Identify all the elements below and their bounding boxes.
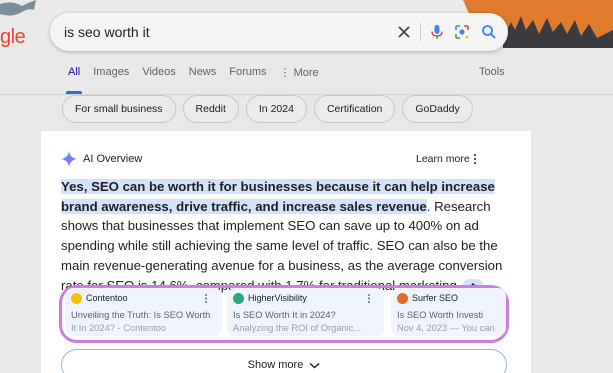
search-header: gle is seo worth it All Images Videos Ne… bbox=[0, 0, 613, 95]
search-input[interactable]: is seo worth it bbox=[64, 24, 150, 40]
tab-more-label: More bbox=[293, 67, 319, 79]
ai-overview-title: AI Overview bbox=[83, 153, 143, 165]
chevron-down-icon bbox=[309, 362, 320, 369]
doodle-fish-icon bbox=[0, 0, 36, 16]
tab-more[interactable]: ⋮ More bbox=[280, 66, 319, 84]
active-tab-indicator bbox=[66, 91, 82, 94]
refinement-chips: For small business Reddit In 2024 Certif… bbox=[62, 95, 480, 123]
tab-videos[interactable]: Videos bbox=[142, 66, 175, 84]
camera-lens-icon[interactable] bbox=[453, 23, 471, 41]
chip-reddit[interactable]: Reddit bbox=[182, 95, 239, 123]
overflow-menu-icon[interactable] bbox=[471, 152, 479, 166]
source-name: HigherVisibility bbox=[248, 293, 307, 303]
source-name: Contentoo bbox=[86, 293, 128, 303]
source-title-line2: It In 2024? - Contentoo bbox=[71, 323, 167, 333]
highervisibility-favicon-icon bbox=[233, 293, 244, 304]
microphone-icon[interactable] bbox=[428, 23, 446, 41]
show-more-button[interactable]: Show more bbox=[61, 349, 507, 373]
search-tabs: All Images Videos News Forums ⋮ More bbox=[68, 66, 332, 84]
ai-overview-text: Yes, SEO can be worth it for businesses … bbox=[61, 177, 507, 295]
source-title-line1: Unveiling the Truth: Is SEO Worth bbox=[71, 310, 211, 320]
source-card-contentoo[interactable]: Contentoo Unveiling the Truth: Is SEO Wo… bbox=[65, 288, 222, 336]
source-title-line2: Analyzing the ROI of Organic... bbox=[233, 323, 362, 333]
more-dots-icon: ⋮ bbox=[279, 67, 294, 79]
google-logo[interactable]: gle bbox=[0, 26, 26, 49]
chip-for-small-business[interactable]: For small business bbox=[62, 95, 176, 123]
source-menu-icon[interactable] bbox=[203, 293, 209, 304]
tab-forums[interactable]: Forums bbox=[229, 66, 266, 84]
learn-more-link[interactable]: Learn more bbox=[416, 153, 470, 165]
search-divider bbox=[420, 23, 421, 41]
ai-overview-card: AI Overview Learn more Yes, SEO can be w… bbox=[41, 131, 531, 373]
source-name: Surfer SEO bbox=[412, 293, 459, 303]
chip-certification[interactable]: Certification bbox=[313, 95, 396, 123]
tools-button[interactable]: Tools bbox=[479, 66, 505, 78]
source-title-line1: Is SEO Worth It in 2024? bbox=[233, 310, 336, 320]
tab-all[interactable]: All bbox=[68, 66, 80, 84]
chip-godaddy[interactable]: GoDaddy bbox=[402, 95, 473, 123]
source-title: Unveiling the Truth: Is SEO Worth It In 2… bbox=[71, 309, 221, 335]
source-title-line2: Nov 4, 2023 — You can bbox=[397, 323, 495, 333]
search-icon[interactable] bbox=[480, 23, 498, 41]
chip-in-2024[interactable]: In 2024 bbox=[245, 95, 307, 123]
sparkle-icon bbox=[61, 151, 77, 167]
logo-text: gle bbox=[0, 26, 26, 48]
source-title-line1: Is SEO Worth Investi bbox=[397, 310, 484, 320]
contentoo-favicon-icon bbox=[71, 293, 82, 304]
source-title: Is SEO Worth It in 2024? Analyzing the RO… bbox=[233, 309, 383, 335]
source-card-highervisibility[interactable]: HigherVisibility Is SEO Worth It in 2024… bbox=[227, 288, 384, 336]
show-more-label: Show more bbox=[247, 359, 304, 371]
tab-images[interactable]: Images bbox=[93, 66, 129, 84]
tab-news[interactable]: News bbox=[189, 66, 217, 84]
source-title: Is SEO Worth Investi Nov 4, 2023 — You ca… bbox=[397, 309, 506, 335]
clear-icon[interactable] bbox=[395, 23, 413, 41]
source-card-surfer-seo[interactable]: Surfer SEO Is SEO Worth Investi Nov 4, 20… bbox=[391, 288, 506, 336]
source-menu-icon[interactable] bbox=[366, 293, 372, 304]
search-box[interactable]: is seo worth it bbox=[50, 13, 508, 51]
surfer-seo-favicon-icon bbox=[397, 293, 408, 304]
